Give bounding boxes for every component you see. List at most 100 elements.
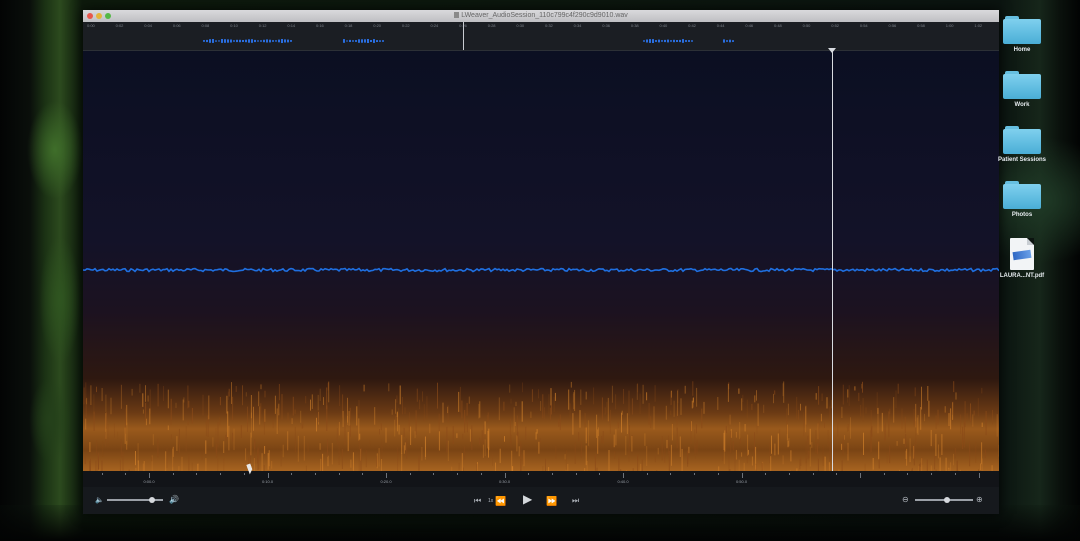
spectrogram-streak	[573, 392, 575, 410]
spectrogram-streak	[484, 421, 486, 435]
spectrogram-streak	[479, 437, 481, 445]
spectrogram-streak	[681, 448, 683, 471]
spectrogram-streak	[374, 407, 376, 425]
spectrogram-streak	[223, 441, 225, 453]
spectrogram-streak	[341, 449, 343, 469]
spectrogram-streak	[787, 403, 789, 416]
desktop-folder-patient-sessions[interactable]: Patient Sessions	[990, 126, 1054, 163]
overview-wave-bar	[257, 40, 259, 42]
spectrogram-streak	[670, 391, 672, 406]
spectrogram-streak	[725, 425, 727, 434]
spectrogram-streak	[727, 383, 729, 402]
desktop-file-pdf[interactable]: LAURA...NT.pdf	[990, 238, 1054, 279]
overview-wave-bar	[284, 39, 286, 43]
timeline-ruler[interactable]: 0:00.0 0:10.0 0:20.0 0:30.0 0:40.0 0:50.0	[83, 471, 999, 487]
playhead-handle[interactable]	[828, 48, 836, 53]
spectrogram-streak	[609, 409, 611, 434]
overview-ruler-label: 0:56	[888, 23, 897, 28]
spectrogram-streak	[536, 429, 538, 434]
spectrogram-streak	[188, 454, 190, 471]
timeline-tick	[220, 473, 222, 475]
spectrogram-streak	[584, 412, 586, 428]
spectrogram-streak	[228, 388, 230, 397]
spectrogram-streak	[352, 452, 354, 471]
spectrogram-streak	[394, 419, 396, 437]
overview-wave-bar	[370, 40, 372, 42]
overview-ruler-label: 0:40	[659, 23, 668, 28]
spectrogram-streak	[358, 453, 360, 471]
play-icon[interactable]: ▶	[523, 493, 532, 505]
rewind-icon[interactable]: ⏪	[495, 496, 506, 506]
spectrogram-streak	[316, 417, 317, 432]
overview-ruler-label: 0:34	[573, 23, 582, 28]
spectrogram-streak	[827, 429, 829, 447]
spectrogram-streak	[406, 438, 408, 459]
overview-ruler-label: 0:52	[831, 23, 840, 28]
spectrogram-streak	[933, 440, 935, 446]
spectrogram-streak	[950, 462, 952, 471]
desktop-folder-photos[interactable]: Photos	[990, 181, 1054, 218]
volume-slider-knob[interactable]	[148, 497, 155, 503]
spectrogram-streak	[884, 421, 886, 441]
spectrogram-streak	[163, 386, 164, 401]
spectrogram-streak	[648, 403, 650, 425]
playhead[interactable]	[832, 50, 833, 471]
spectrogram-streak	[410, 426, 412, 445]
overview-ruler-label: 1:02	[974, 23, 983, 28]
spectrogram-streak	[850, 417, 851, 439]
spectrogram-streak	[688, 446, 690, 454]
overview-wave-bar	[376, 40, 378, 42]
overview-wave-bar	[245, 39, 247, 43]
overview-ruler-label: 0:08	[201, 23, 210, 28]
spectrogram-view[interactable]	[83, 51, 999, 471]
spectrogram-streak	[786, 408, 788, 434]
spectrogram-streak	[593, 387, 595, 405]
spectrogram-streak	[208, 395, 210, 420]
spectrogram-streak	[973, 410, 975, 416]
spectrogram-streak	[608, 450, 610, 471]
overview-position-cursor[interactable]	[463, 22, 464, 50]
spectrogram-streak	[796, 396, 798, 420]
overview-wave-bar	[358, 39, 360, 43]
spectrogram-streak	[157, 383, 159, 407]
spectrogram-streak	[913, 408, 915, 427]
desktop-folder-work[interactable]: Work	[990, 71, 1054, 108]
spectrogram-streak	[691, 421, 692, 432]
timeline-tick	[409, 473, 411, 475]
skip-to-start-icon[interactable]: ⏮	[474, 496, 481, 506]
spectrogram-streak	[558, 419, 560, 427]
spectrogram-streak	[832, 450, 834, 463]
spectrogram-streak	[679, 436, 681, 457]
title-bar[interactable]: LWeaver_AudioSession_110c799c4f290c9d901…	[83, 10, 999, 22]
spectrogram-streak	[466, 420, 468, 433]
spectrogram-streak	[617, 422, 619, 429]
spectrogram-streak	[147, 395, 149, 402]
fast-forward-icon[interactable]: ⏩	[546, 496, 557, 506]
overview-wave-bar	[373, 39, 375, 43]
spectrogram-streak	[350, 459, 352, 468]
zoom-slider-knob[interactable]	[943, 497, 950, 503]
zoom-in-icon[interactable]: ⊕	[976, 495, 983, 505]
spectrogram-streak	[513, 407, 515, 433]
spectrogram-streak	[842, 439, 844, 456]
spectrogram-streak	[117, 431, 119, 440]
spectrogram-streak	[397, 447, 399, 471]
spectrogram-streak	[414, 431, 416, 439]
skip-to-end-icon[interactable]: ⏭	[572, 496, 579, 506]
playback-speed[interactable]: 1x	[488, 498, 493, 504]
spectrogram-streak	[535, 432, 537, 440]
spectrogram-streak	[142, 463, 144, 471]
spectrogram-streak	[90, 385, 92, 405]
spectrogram-streak	[530, 411, 532, 418]
spectrogram-streak	[540, 401, 542, 411]
overview-ruler-label: 0:12	[258, 23, 267, 28]
spectrogram-streak	[741, 398, 743, 411]
spectrogram-streak	[380, 423, 382, 431]
desktop-folder-home[interactable]: Home	[990, 16, 1054, 53]
overview-track[interactable]: 0:00 0:02 0:04 0:06 0:08 0:10 0:12 0:14 0:16 0:18…	[83, 22, 999, 51]
spectrogram-streak	[964, 401, 966, 427]
zoom-out-icon[interactable]: ⊖	[902, 495, 909, 505]
spectrogram-streak	[741, 452, 743, 457]
spectrogram-streak	[205, 458, 207, 471]
spectrogram-streak	[531, 389, 533, 402]
